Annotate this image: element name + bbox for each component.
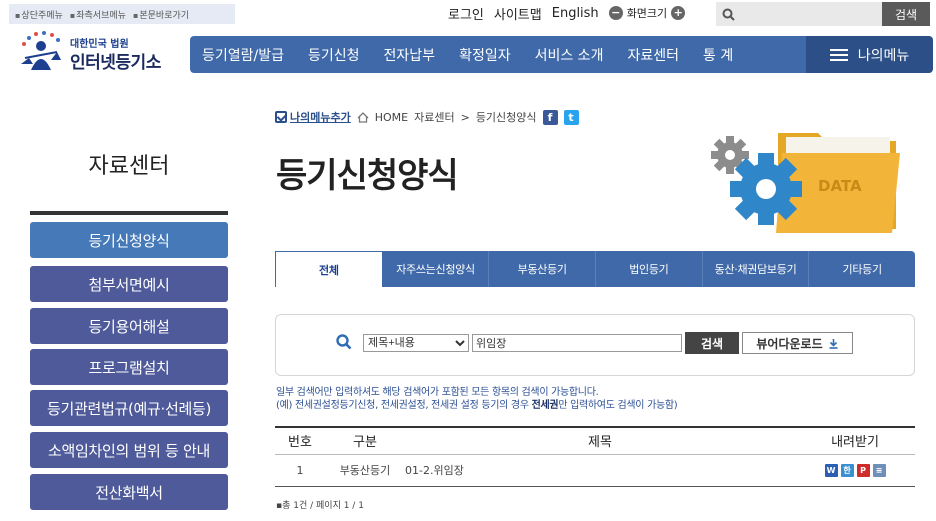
search-field-select[interactable]: 제목+내용 — [363, 334, 469, 352]
viewer-download-label: 뷰어다운로드 — [756, 336, 823, 351]
search-icon — [336, 334, 352, 350]
header-kind: 구분 — [325, 426, 405, 455]
table-header-row: 번호 구분 제목 내려받기 — [275, 426, 915, 455]
home-icon — [357, 111, 369, 123]
my-menu-label: 나의메뉴 — [857, 47, 910, 64]
header-title: 제목 — [405, 426, 795, 455]
top-search: 검색 — [716, 2, 930, 26]
search-button[interactable]: 검색 — [685, 332, 739, 354]
cell-kind: 부동산등기 — [325, 454, 405, 487]
sidebar-item-regulations[interactable]: 등기관련법규(예규·선례등) — [30, 390, 228, 426]
pdf-file-icon[interactable]: P — [856, 463, 870, 477]
nav-item-stats[interactable]: 통 계 — [691, 45, 745, 65]
search-input[interactable] — [472, 334, 682, 352]
help-line-2-bold: 전세권 — [531, 400, 559, 411]
cell-downloads: W 한 P ≡ — [795, 454, 915, 487]
sidebar-item-whitepaper[interactable]: 전산화백서 — [30, 474, 228, 510]
tab-frequent[interactable]: 자주쓰는신청양식 — [382, 251, 490, 287]
login-link[interactable]: 로그인 — [448, 4, 484, 23]
add-my-menu-link[interactable]: 나의메뉴추가 — [275, 109, 351, 125]
document-file-icon[interactable]: ≡ — [872, 463, 886, 477]
zoom-in-icon[interactable]: + — [671, 6, 686, 20]
skip-link-content[interactable]: 본문바로가기 — [133, 8, 189, 21]
sidebar-item-tenant-info[interactable]: 소액임차인의 범위 등 안내 — [30, 432, 228, 468]
header-no: 번호 — [275, 426, 325, 455]
court-emblem-icon — [21, 31, 61, 70]
checkbox-icon — [275, 111, 287, 123]
table-row: 1 부동산등기 01-2.위임장 W 한 P ≡ — [275, 454, 915, 487]
tab-movable-claims[interactable]: 동산·채권담보등기 — [702, 251, 810, 287]
result-count: 총 1건 / 페이지 1 / 1 — [276, 498, 364, 511]
tab-corporate[interactable]: 법인등기 — [596, 251, 703, 287]
sidebar-item-programs[interactable]: 프로그램설치 — [30, 349, 228, 385]
top-search-button[interactable]: 검색 — [882, 2, 930, 26]
word-file-icon[interactable]: W — [824, 463, 838, 477]
skip-link-sidebar[interactable]: 좌측서브메뉴 — [70, 8, 126, 21]
nav-item-fixed-date[interactable]: 확정일자 — [447, 45, 523, 65]
form-search-box: 제목+내용 검색 뷰어다운로드 — [275, 314, 915, 376]
zoom-control: − 화면크기 + — [608, 5, 686, 21]
help-line-1: 일부 검색어만 입력하셔도 해당 검색어가 포함된 모든 항목의 검색이 가능합… — [276, 387, 599, 398]
add-my-menu-label: 나의메뉴추가 — [290, 111, 351, 124]
help-line-2: (예) 전세권설정등기신청, 전세권설정, 전세권 설정 등기의 경우 전세권만… — [276, 399, 678, 412]
top-search-input[interactable] — [740, 3, 882, 25]
sidebar-divider — [30, 211, 228, 215]
nav-item-apply[interactable]: 등기신청 — [296, 45, 372, 65]
zoom-out-icon[interactable]: − — [608, 6, 623, 20]
sidebar-item-forms[interactable]: 등기신청양식 — [30, 222, 228, 258]
search-help-notes: 일부 검색어만 입력하셔도 해당 검색어가 포함된 모든 항목의 검색이 가능합… — [276, 386, 678, 412]
breadcrumb-level1[interactable]: 자료센터 — [414, 109, 454, 125]
header-download: 내려받기 — [795, 426, 915, 455]
main-nav: 등기열람/발급 등기신청 전자납부 확정일자 서비스 소개 자료센터 통 계 — [190, 36, 806, 73]
sidebar-item-glossary[interactable]: 등기용어해설 — [30, 308, 228, 344]
facebook-icon[interactable]: f — [542, 109, 558, 125]
twitter-icon[interactable]: t — [563, 109, 579, 125]
download-icon — [829, 338, 838, 349]
page-title: 등기신청양식 — [276, 156, 459, 196]
cell-no: 1 — [275, 454, 325, 487]
sidebar-title: 자료센터 — [88, 154, 170, 179]
tab-other[interactable]: 기타등기 — [809, 251, 916, 287]
skip-links: 상단주메뉴 좌측서브메뉴 본문바로가기 — [9, 4, 235, 24]
nav-item-view-issue[interactable]: 등기열람/발급 — [190, 45, 296, 65]
logo-line2: 인터넷등기소 — [70, 53, 161, 73]
hwp-file-icon[interactable]: 한 — [840, 463, 854, 477]
nav-item-resources[interactable]: 자료센터 — [615, 45, 691, 65]
sitemap-link[interactable]: 사이트맵 — [494, 4, 542, 23]
sidebar-item-attachments[interactable]: 첨부서면예시 — [30, 266, 228, 302]
nav-item-services[interactable]: 서비스 소개 — [523, 45, 616, 65]
utility-links: 로그인 사이트맵 English − 화면크기 + — [448, 4, 686, 23]
english-link[interactable]: English — [552, 6, 599, 21]
tab-real-estate[interactable]: 부동산등기 — [489, 251, 597, 287]
hamburger-icon — [829, 48, 848, 61]
art-data-label: DATA — [818, 177, 862, 195]
breadcrumb: 나의메뉴추가 HOME 자료센터 > 등기신청양식 f t — [275, 109, 579, 125]
my-menu-button[interactable]: 나의메뉴 — [806, 36, 933, 73]
data-folder-gear-illustration: DATA — [711, 133, 900, 233]
help-line-2-post: 만 입력하여도 검색이 가능함) — [558, 400, 678, 411]
help-line-2-pre: (예) 전세권설정등기신청, 전세권설정, 전세권 설정 등기의 경우 — [276, 400, 532, 411]
cell-title[interactable]: 01-2.위임장 — [405, 454, 795, 487]
results-table: 번호 구분 제목 내려받기 1 부동산등기 01-2.위임장 W 한 P ≡ — [275, 426, 915, 487]
category-tabs: 전체 자주쓰는신청양식 부동산등기 법인등기 동산·채권담보등기 기타등기 — [275, 251, 916, 287]
tab-all[interactable]: 전체 — [275, 251, 383, 287]
breadcrumb-separator: > — [460, 110, 470, 124]
breadcrumb-home[interactable]: HOME — [375, 111, 408, 124]
search-icon — [716, 8, 740, 21]
viewer-download-button[interactable]: 뷰어다운로드 — [742, 332, 853, 354]
site-logo[interactable]: 대한민국 법원 인터넷등기소 — [17, 30, 177, 74]
skip-link-gnb[interactable]: 상단주메뉴 — [15, 8, 62, 21]
breadcrumb-level2[interactable]: 등기신청양식 — [476, 109, 537, 125]
zoom-label: 화면크기 — [626, 7, 668, 20]
nav-item-epay[interactable]: 전자납부 — [372, 45, 448, 65]
